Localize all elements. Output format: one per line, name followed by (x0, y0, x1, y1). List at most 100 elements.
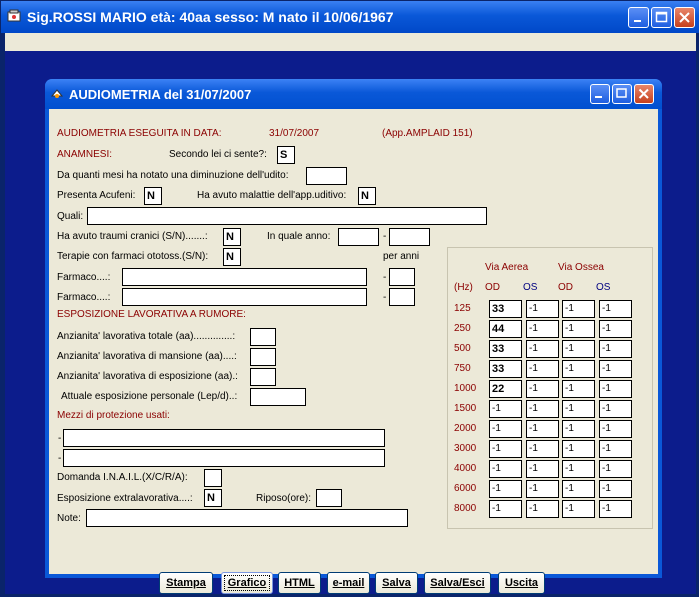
task-seniority-field[interactable] (250, 348, 276, 366)
head-trauma-field[interactable]: N (223, 228, 241, 246)
air-od-field[interactable]: 33 (489, 340, 522, 358)
air-os-field[interactable]: -1 (526, 320, 559, 338)
audiometry-form: AUDIOMETRIA ESEGUITA IN DATA: 31/07/2007… (49, 109, 658, 594)
air-od-field[interactable]: -1 (489, 400, 522, 418)
app-icon (7, 9, 21, 22)
html-button[interactable]: HTML (278, 572, 321, 594)
months-field[interactable] (306, 167, 347, 185)
inail-label: Domanda I.N.A.I.L.(X/C/R/A): (57, 472, 188, 483)
ear-disease-label: Ha avuto malattie dell'app.uditivo: (197, 190, 347, 201)
air-od-field[interactable]: 33 (489, 360, 522, 378)
air-od-field[interactable]: 22 (489, 380, 522, 398)
bone-os-label: OS (596, 282, 611, 293)
air-os-field[interactable]: -1 (526, 340, 559, 358)
save-button[interactable]: Salva (375, 572, 418, 594)
air-os-field[interactable]: -1 (526, 300, 559, 318)
child-maximize-button[interactable] (612, 84, 632, 104)
total-seniority-field[interactable] (250, 328, 276, 346)
air-od-field[interactable]: 33 (489, 300, 522, 318)
bone-os-field[interactable]: -1 (599, 500, 632, 518)
months-question-label: Da quanti mesi ha notato una diminuzione… (57, 170, 289, 181)
drug2-field[interactable] (122, 288, 367, 306)
child-close-button[interactable] (634, 84, 654, 104)
notes-label: Note: (57, 513, 81, 524)
drug-therapy-field[interactable]: N (223, 248, 241, 266)
bone-od-field[interactable]: -1 (562, 480, 595, 498)
save-exit-button[interactable]: Salva/Esci (424, 572, 491, 594)
which-field[interactable] (87, 207, 487, 225)
drug1-years-field[interactable] (389, 268, 415, 286)
air-od-field[interactable]: -1 (489, 460, 522, 478)
protection-label: Mezzi di protezione usati: (57, 410, 170, 421)
bone-os-field[interactable]: -1 (599, 380, 632, 398)
bone-os-field[interactable]: -1 (599, 340, 632, 358)
audiometry-title-bar[interactable]: AUDIOMETRIA del 31/07/2007 (45, 79, 662, 109)
exposure-seniority-field[interactable] (250, 368, 276, 386)
years-for-label: per anni (383, 251, 420, 262)
minimize-icon (595, 96, 602, 98)
drug2-years-field[interactable] (389, 288, 415, 306)
bone-os-field[interactable]: -1 (599, 440, 632, 458)
drug1-field[interactable] (122, 268, 367, 286)
air-os-field[interactable]: -1 (526, 380, 559, 398)
hz-label: (Hz) (454, 282, 473, 293)
air-os-field[interactable]: -1 (526, 400, 559, 418)
frequency-label: 1000 (454, 383, 477, 394)
bone-od-field[interactable]: -1 (562, 500, 595, 518)
menu-bar (5, 33, 696, 51)
air-od-field[interactable]: -1 (489, 420, 522, 438)
bone-od-field[interactable]: -1 (562, 440, 595, 458)
air-os-field[interactable]: -1 (526, 360, 559, 378)
air-od-field[interactable]: -1 (489, 440, 522, 458)
bone-os-field[interactable]: -1 (599, 480, 632, 498)
bone-os-field[interactable]: -1 (599, 420, 632, 438)
protection-field-2[interactable] (63, 449, 385, 467)
inail-field[interactable] (204, 469, 222, 487)
bone-od-field[interactable]: -1 (562, 420, 595, 438)
main-title-bar[interactable]: Sig.ROSSI MARIO età: 40aa sesso: M nato … (1, 1, 699, 33)
bone-os-field[interactable]: -1 (599, 460, 632, 478)
hearing-question-label: Secondo lei ci sente?: (169, 149, 267, 160)
ear-disease-field[interactable]: N (358, 187, 376, 205)
bone-os-field[interactable]: -1 (599, 320, 632, 338)
bone-od-field[interactable]: -1 (562, 380, 595, 398)
close-button[interactable] (674, 7, 695, 28)
protection-field-1[interactable] (63, 429, 385, 447)
child-minimize-button[interactable] (590, 84, 610, 104)
air-od-field[interactable]: 44 (489, 320, 522, 338)
trauma-year-field-2[interactable] (389, 228, 430, 246)
bone-os-field[interactable]: -1 (599, 300, 632, 318)
print-button[interactable]: Stampa (159, 572, 213, 594)
drug2-dash: - (383, 292, 387, 303)
extra-exposure-field[interactable]: N (204, 489, 222, 507)
bone-od-field[interactable]: -1 (562, 360, 595, 378)
bone-od-field[interactable]: -1 (562, 460, 595, 478)
bone-os-field[interactable]: -1 (599, 400, 632, 418)
air-os-field[interactable]: -1 (526, 480, 559, 498)
audiometry-window: AUDIOMETRIA del 31/07/2007 AUDIOMETRIA E… (45, 79, 662, 594)
anamnesis-label: ANAMNESI: (57, 149, 113, 160)
exit-button[interactable]: Uscita (498, 572, 545, 594)
bone-od-field[interactable]: -1 (562, 400, 595, 418)
tinnitus-field[interactable]: N (144, 187, 162, 205)
bone-od-field[interactable]: -1 (562, 320, 595, 338)
air-os-field[interactable]: -1 (526, 500, 559, 518)
bone-od-field[interactable]: -1 (562, 340, 595, 358)
personal-exposure-field[interactable] (250, 388, 306, 406)
air-od-field[interactable]: -1 (489, 480, 522, 498)
hearing-field[interactable]: S (277, 146, 295, 164)
air-os-field[interactable]: -1 (526, 420, 559, 438)
bone-os-field[interactable]: -1 (599, 360, 632, 378)
air-os-field[interactable]: -1 (526, 460, 559, 478)
notes-field[interactable] (86, 509, 408, 527)
rest-field[interactable] (316, 489, 342, 507)
minimize-button[interactable] (628, 7, 649, 28)
maximize-button[interactable] (651, 7, 672, 28)
bone-od-field[interactable]: -1 (562, 300, 595, 318)
chart-button[interactable]: Grafico (221, 572, 273, 594)
air-od-field[interactable]: -1 (489, 500, 522, 518)
email-button[interactable]: e-mail (327, 572, 370, 594)
trauma-year-field[interactable] (338, 228, 379, 246)
air-os-field[interactable]: -1 (526, 440, 559, 458)
frequency-label: 250 (454, 323, 471, 334)
